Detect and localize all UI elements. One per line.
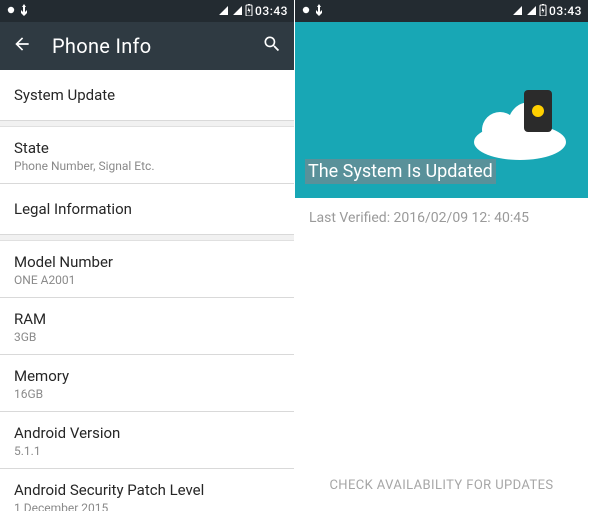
row-system-update[interactable]: System Update [0,70,294,121]
cloud-device-icon [470,80,570,164]
row-memory[interactable]: Memory 16GB [0,355,294,412]
update-status-text: The System Is Updated [305,159,496,184]
settings-list: System Update State Phone Number, Signal… [0,70,294,511]
row-android-version[interactable]: Android Version 5.1.1 [0,412,294,469]
clock: 03:43 [255,4,288,18]
no-sim-icon-2 [525,4,537,19]
clock: 03:43 [549,4,582,18]
battery-charging-icon [245,4,253,19]
back-icon[interactable] [12,34,32,58]
phone-left: 03:43 Phone Info System Update State Pho… [0,0,294,511]
row-legal[interactable]: Legal Information [0,184,294,235]
page-title: Phone Info [52,34,242,58]
no-sim-icon [511,4,523,19]
phone-right: 03:43 The System Is Updated Last Verifie… [294,0,588,511]
row-ram[interactable]: RAM 3GB [0,298,294,355]
search-icon[interactable] [262,34,282,58]
usb-icon [20,4,28,19]
status-bar: 03:43 [0,0,294,22]
no-sim-icon [217,4,229,19]
app-bar: Phone Info [0,22,294,70]
update-hero: The System Is Updated [295,22,588,198]
row-security-patch[interactable]: Android Security Patch Level 1 December … [0,469,294,511]
usb-icon [315,4,323,19]
row-state[interactable]: State Phone Number, Signal Etc. [0,127,294,184]
check-updates-button[interactable]: CHECK AVAILABILITY FOR UPDATES [295,462,588,511]
signal-icon [6,4,16,18]
signal-icon [301,4,311,18]
row-model[interactable]: Model Number ONE A2001 [0,241,294,298]
status-bar: 03:43 [295,0,588,22]
no-sim-icon-2 [231,4,243,19]
battery-charging-icon [539,4,547,19]
last-verified: Last Verified: 2016/02/09 12: 40:45 [295,198,588,238]
